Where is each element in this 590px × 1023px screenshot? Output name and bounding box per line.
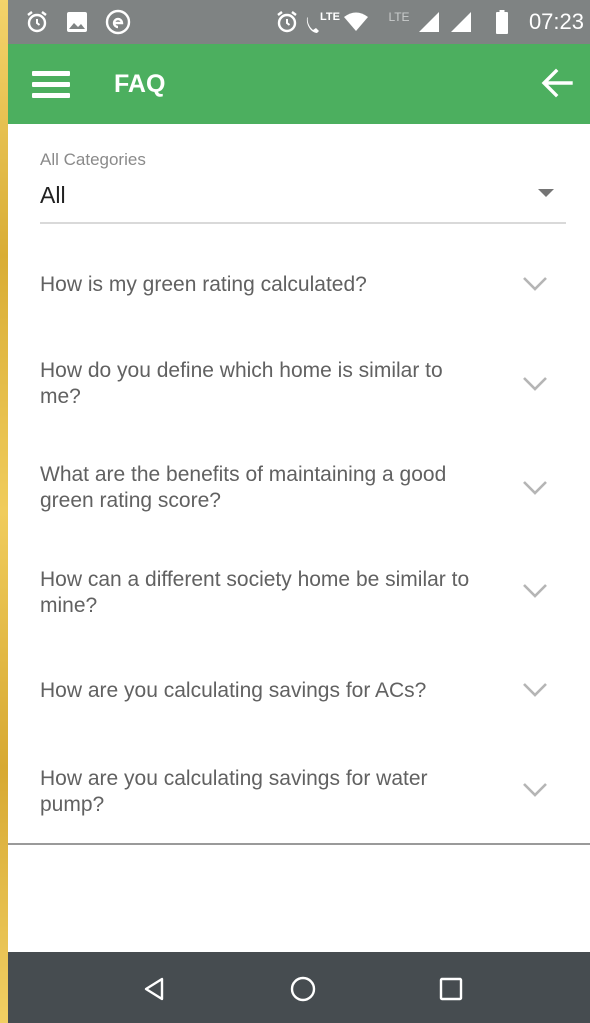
chevron-down-icon[interactable] (522, 276, 548, 292)
recents-square-icon[interactable] (436, 974, 466, 1004)
faq-question: How can a different society home be simi… (40, 568, 470, 617)
faq-question: How do you define which home is similar … (40, 359, 443, 408)
faq-item[interactable]: How are you calculating savings for ACs? (40, 668, 566, 718)
system-navigation-bar (8, 952, 590, 1023)
volte-call-icon: LTE (306, 8, 340, 36)
lte-label-2: LTE (388, 10, 410, 24)
page-title: FAQ (114, 70, 166, 98)
chevron-down-icon[interactable] (522, 480, 548, 496)
wifi-icon (342, 8, 370, 36)
hamburger-icon-bar (32, 82, 70, 87)
back-arrow-button[interactable] (540, 68, 576, 100)
signal-icon (416, 8, 442, 36)
home-circle-icon[interactable] (288, 974, 318, 1004)
hamburger-icon-bar (32, 93, 70, 98)
list-bottom-divider (8, 843, 590, 845)
status-time: 07:23 (528, 9, 584, 34)
alarm-icon (274, 8, 300, 36)
chevron-down-icon[interactable] (522, 583, 548, 599)
faq-item[interactable]: How do you define which home is similar … (40, 356, 566, 416)
faq-question: How are you calculating savings for ACs? (40, 679, 427, 702)
faq-question: What are the benefits of maintaining a g… (40, 463, 447, 512)
chevron-down-icon[interactable] (522, 782, 548, 798)
chevron-down-icon[interactable] (522, 376, 548, 392)
faq-item[interactable]: How is my green rating calculated? (40, 262, 566, 312)
alarm-icon (24, 8, 50, 36)
category-label: All Categories (40, 150, 146, 169)
category-selected-value: All (40, 182, 66, 208)
dropdown-arrow-icon (538, 189, 554, 197)
app-bar: FAQ (8, 44, 590, 124)
faq-question: How is my green rating calculated? (40, 273, 367, 296)
back-arrow-icon (541, 68, 573, 98)
chevron-down-icon[interactable] (522, 682, 548, 698)
app-notification-icon (104, 8, 132, 36)
battery-icon (492, 8, 512, 36)
hamburger-icon-bar (32, 71, 70, 76)
faq-item[interactable]: What are the benefits of maintaining a g… (40, 460, 566, 520)
menu-button[interactable] (32, 69, 72, 99)
lte-label: LTE (320, 11, 340, 23)
category-dropdown[interactable]: All (40, 176, 566, 224)
faq-question: How are you calculating savings for wate… (40, 767, 428, 816)
signal-icon (448, 8, 474, 36)
status-bar: LTE LTE 07:23 (8, 0, 590, 44)
device-frame-edge (0, 0, 8, 1023)
back-triangle-icon[interactable] (140, 974, 170, 1004)
faq-item[interactable]: How are you calculating savings for wate… (40, 766, 566, 826)
image-icon (64, 8, 90, 36)
lte-icon: LTE (384, 8, 414, 36)
phone-screen: LTE LTE 07:23 FAQ All Categories All How… (8, 0, 590, 1023)
faq-item[interactable]: How can a different society home be simi… (40, 565, 566, 625)
